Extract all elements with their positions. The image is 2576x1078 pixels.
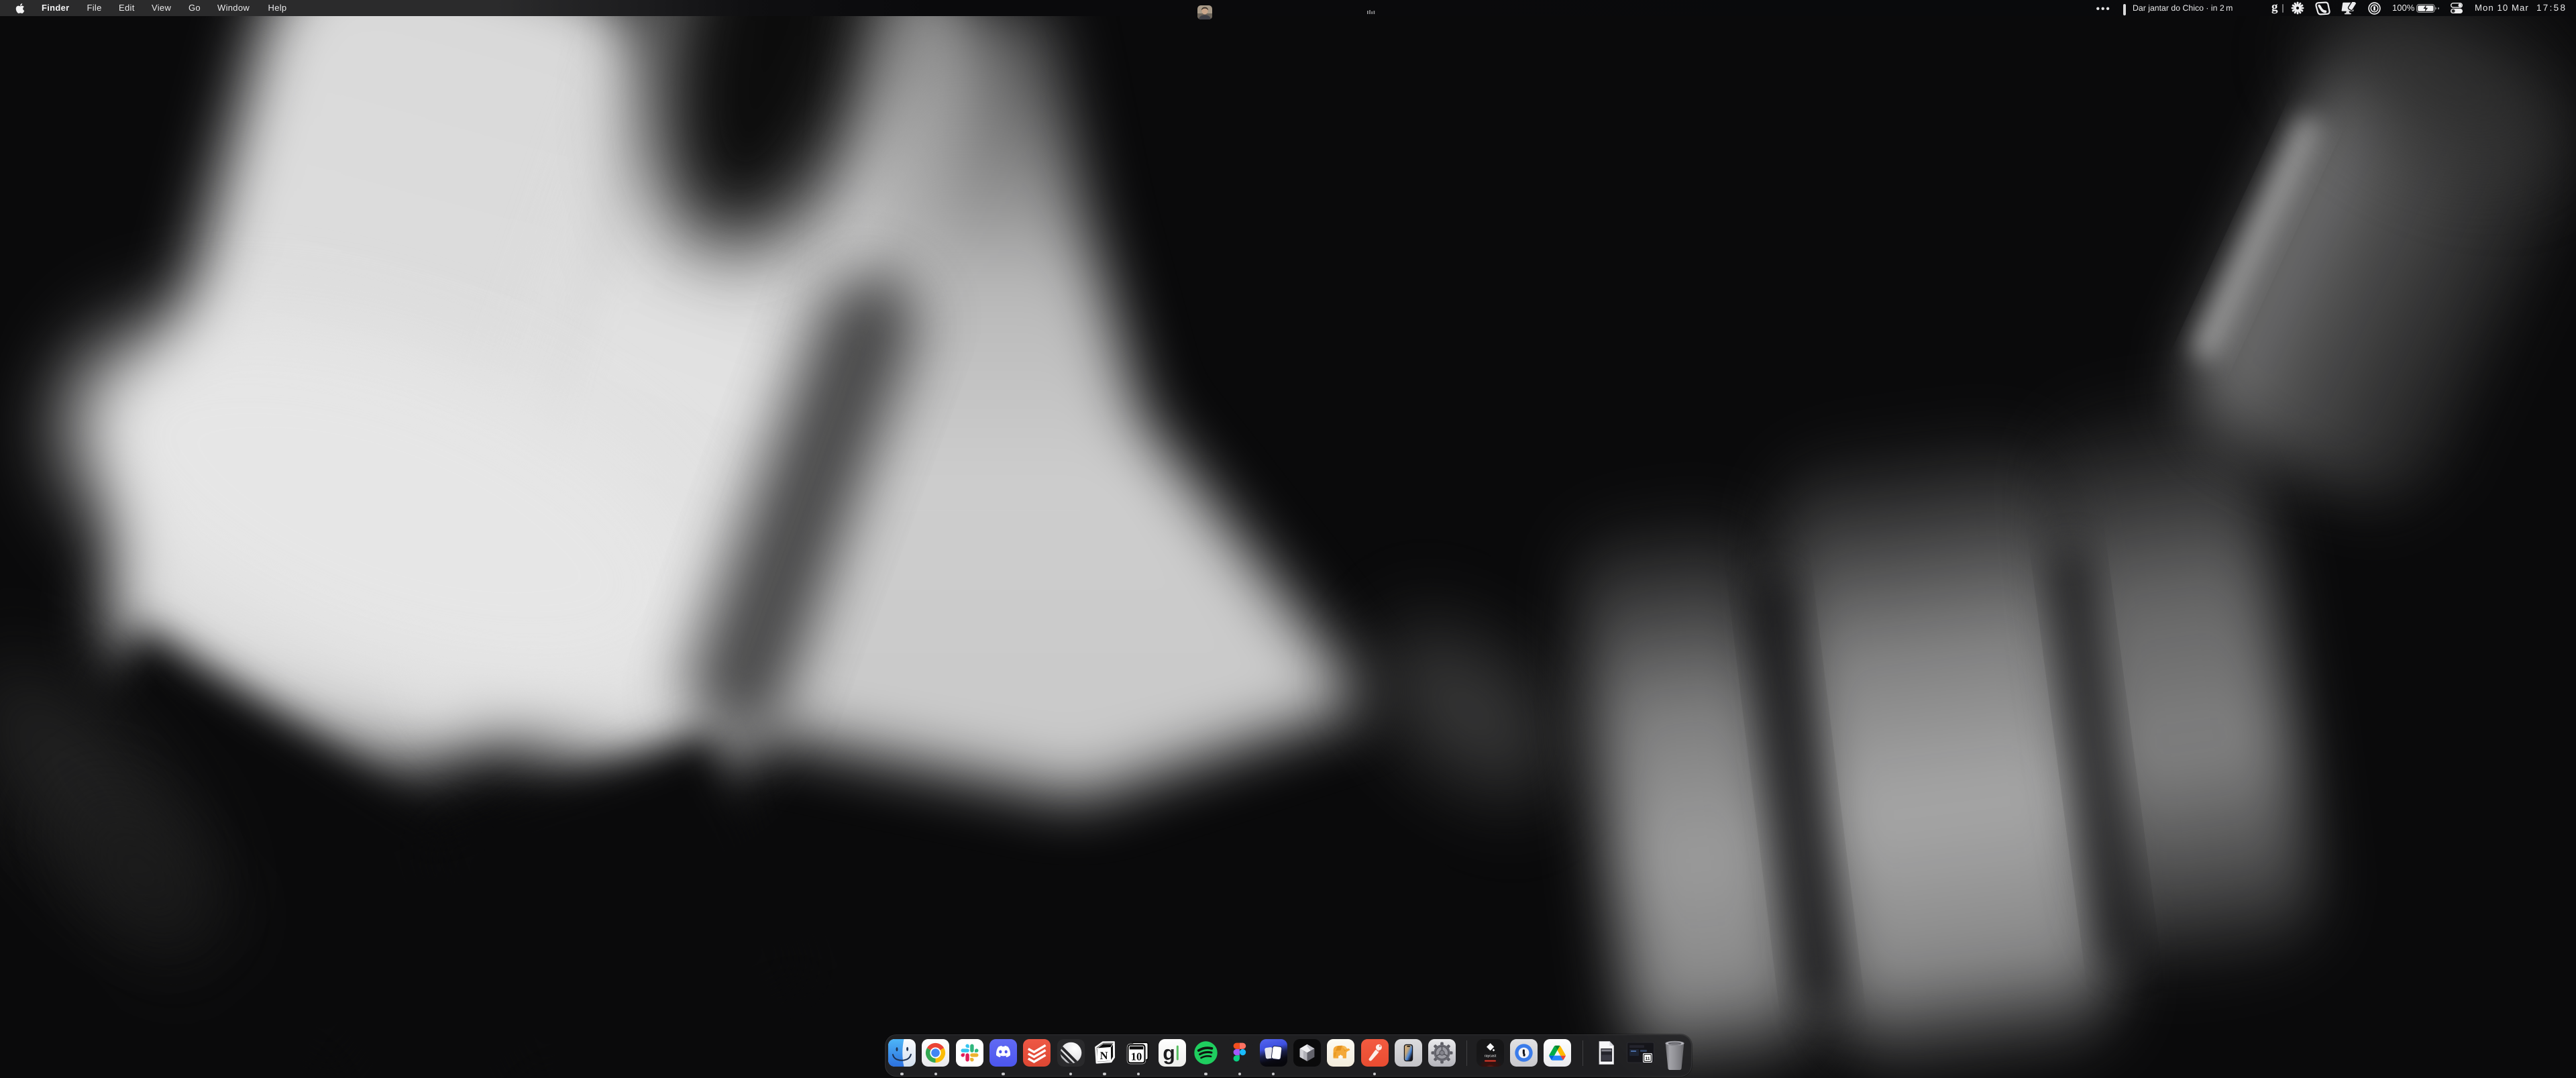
svg-text:raycast: raycast [1484, 1055, 1496, 1059]
svg-text:11: 11 [1645, 1057, 1650, 1061]
svg-text:g: g [1163, 1042, 1175, 1065]
svg-text:N: N [1100, 1049, 1108, 1062]
svg-text:10: 10 [1131, 1050, 1142, 1063]
